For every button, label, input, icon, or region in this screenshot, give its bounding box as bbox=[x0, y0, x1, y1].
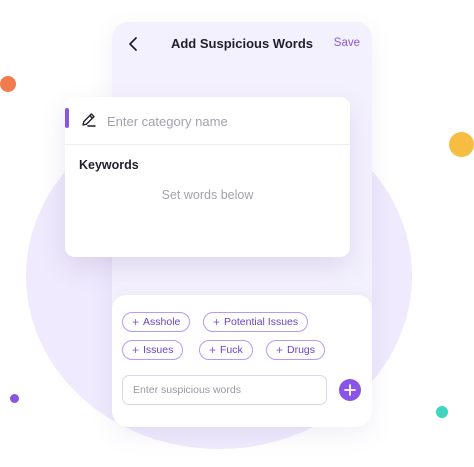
plus-icon: + bbox=[132, 315, 140, 329]
divider bbox=[65, 144, 350, 145]
keywords-empty-state: Set words below bbox=[161, 188, 254, 202]
input-focus-indicator bbox=[65, 108, 69, 128]
word-chip[interactable]: + Asshole bbox=[122, 312, 191, 332]
word-chip[interactable]: + Fuck bbox=[199, 340, 253, 360]
word-chip[interactable]: + Drugs bbox=[266, 340, 326, 360]
decorative-dot-orange bbox=[0, 76, 16, 92]
decorative-dot-purple bbox=[10, 394, 19, 403]
word-chip-label: Asshole bbox=[143, 316, 181, 328]
plus-icon: + bbox=[213, 315, 221, 329]
category-name-input[interactable] bbox=[105, 107, 339, 135]
add-word-button[interactable] bbox=[339, 379, 361, 401]
word-chip-label: Drugs bbox=[287, 344, 316, 356]
plus-icon bbox=[344, 384, 356, 396]
suspicious-words-panel: + Asshole + Potential Issues + Issues + … bbox=[112, 295, 372, 427]
keywords-heading: Keywords bbox=[79, 158, 139, 172]
chevron-left-icon[interactable] bbox=[126, 35, 142, 53]
save-button[interactable]: Save bbox=[334, 37, 360, 49]
app-header: Add Suspicious Words Save bbox=[112, 22, 372, 66]
suspicious-words-input[interactable] bbox=[122, 375, 327, 405]
word-chip-label: Fuck bbox=[220, 344, 243, 356]
category-card: Keywords Set words below bbox=[65, 97, 350, 257]
word-chip[interactable]: + Issues bbox=[122, 340, 184, 360]
word-chip-label: Issues bbox=[143, 344, 174, 356]
word-chip[interactable]: + Potential Issues bbox=[203, 312, 309, 332]
plus-icon: + bbox=[209, 343, 217, 357]
plus-icon: + bbox=[276, 343, 284, 357]
decorative-dot-teal bbox=[436, 406, 448, 418]
word-chip-label: Potential Issues bbox=[224, 316, 299, 328]
decorative-dot-yellow bbox=[449, 132, 474, 157]
pencil-icon bbox=[82, 113, 96, 127]
plus-icon: + bbox=[132, 343, 140, 357]
